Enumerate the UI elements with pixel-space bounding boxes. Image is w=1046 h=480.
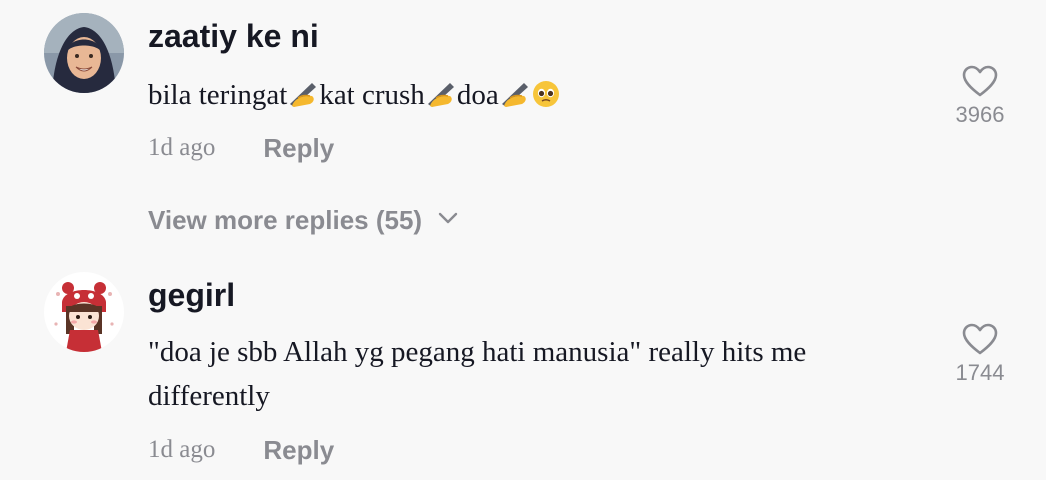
avatar[interactable] — [44, 272, 124, 352]
comment-text: "doa je sbb Allah yg pegang hati manusia… — [148, 336, 807, 412]
comment-item: gegirl "doa je sbb Allah yg pegang hati … — [0, 0, 1046, 480]
reply-button[interactable]: Reply — [263, 435, 334, 466]
timestamp: 1d ago — [148, 436, 216, 463]
comments-panel: zaatiy ke ni bila teringat kat crush doa 1… — [0, 0, 1046, 480]
heart-outline-icon — [962, 323, 998, 355]
username[interactable]: gegirl — [148, 277, 235, 314]
like-count: 1744 — [955, 360, 1005, 385]
comment-meta: 1d ago Reply — [148, 430, 334, 470]
like-button[interactable]: 1744 — [944, 322, 1016, 386]
